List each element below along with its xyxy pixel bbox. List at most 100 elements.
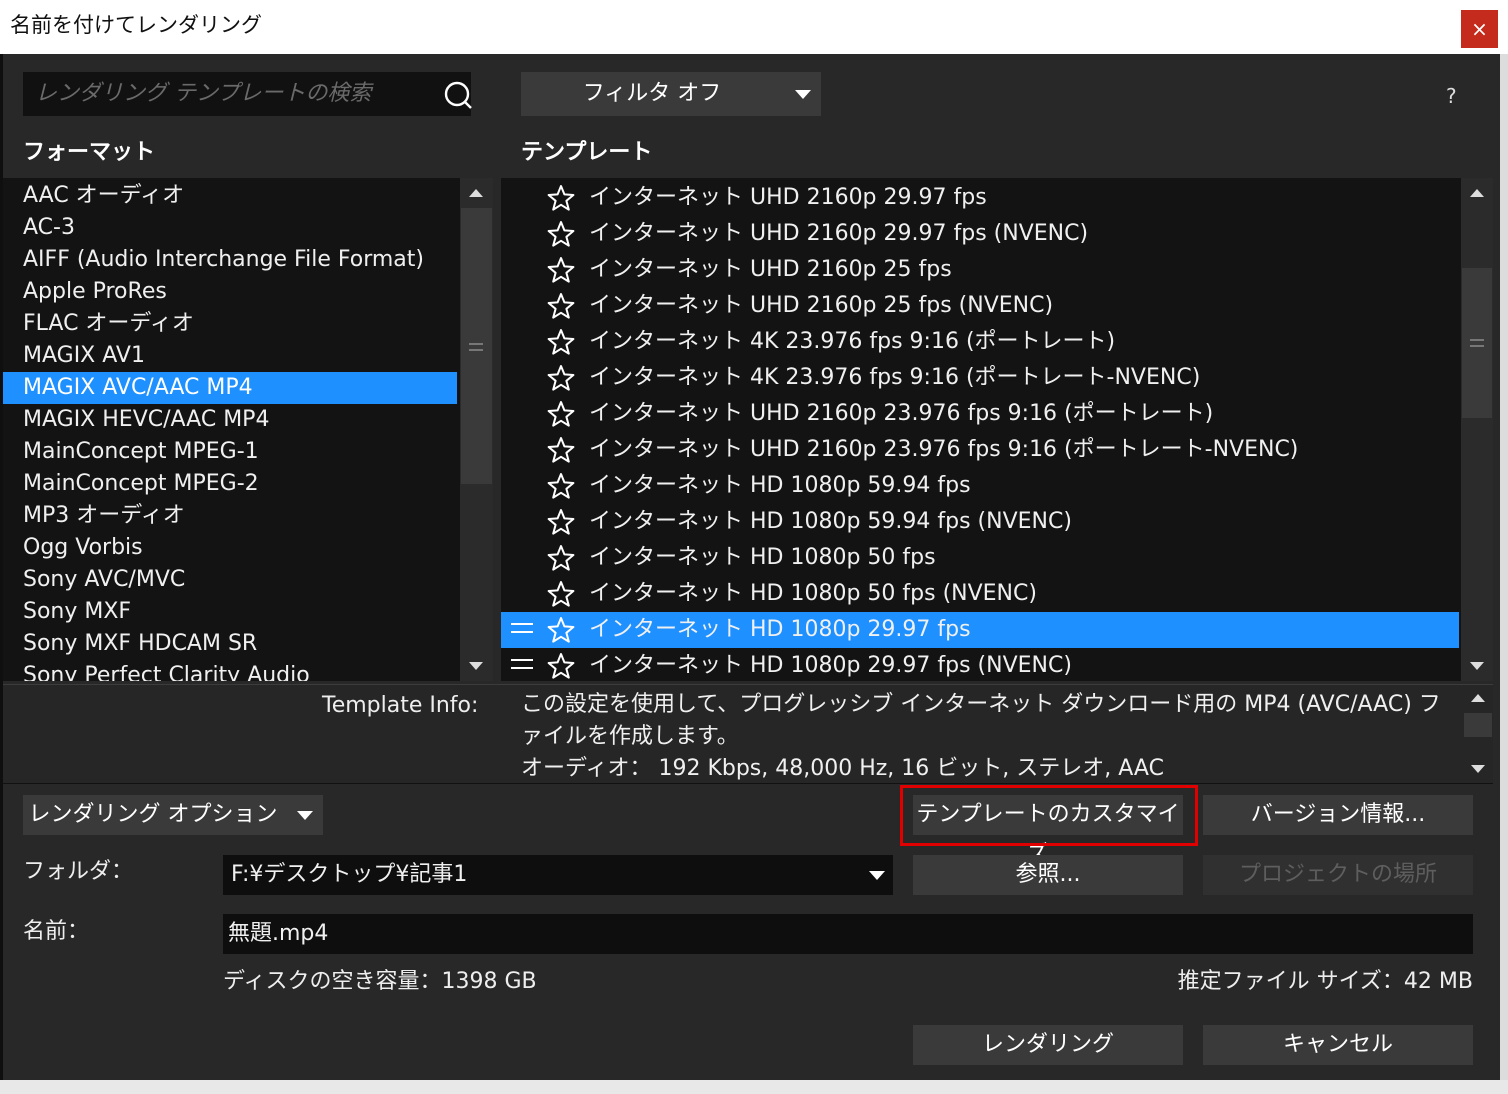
- template-list-item[interactable]: インターネット HD 1080p 59.94 fps (NVENC): [501, 504, 1459, 540]
- star-icon[interactable]: [547, 580, 575, 608]
- window-title: 名前を付けてレンダリング: [10, 13, 262, 37]
- scroll-down-icon[interactable]: [1471, 765, 1485, 773]
- template-name: インターネット UHD 2160p 23.976 fps 9:16 (ポートレー…: [589, 437, 1299, 462]
- template-list-item[interactable]: インターネット HD 1080p 59.94 fps: [501, 468, 1459, 504]
- chevron-down-icon: [795, 90, 811, 99]
- format-list-item[interactable]: Sony MXF: [3, 596, 457, 628]
- format-list: AAC オーディオ AC-3 AIFF (Audio Interchange Fil…: [3, 178, 493, 681]
- highlight-box: [900, 785, 1198, 846]
- format-scrollbar-thumb[interactable]: [461, 208, 492, 484]
- star-icon[interactable]: [547, 616, 575, 644]
- format-list-item[interactable]: Apple ProRes: [3, 276, 457, 308]
- template-list-item[interactable]: インターネット 4K 23.976 fps 9:16 (ポートレート): [501, 324, 1459, 360]
- format-list-item[interactable]: AAC オーディオ: [3, 180, 457, 212]
- format-list-item[interactable]: MP3 オーディオ: [3, 500, 457, 532]
- help-button[interactable]: ?: [1446, 84, 1457, 108]
- folder-value: F:¥デスクトップ¥記事1: [231, 862, 468, 887]
- star-icon[interactable]: [547, 292, 575, 320]
- template-list-item[interactable]: インターネット UHD 2160p 25 fps (NVENC): [501, 288, 1459, 324]
- format-list-item[interactable]: Ogg Vorbis: [3, 532, 457, 564]
- browse-button[interactable]: 参照...: [913, 855, 1183, 895]
- grip-icon: [1470, 345, 1484, 347]
- template-list-item[interactable]: インターネット UHD 2160p 23.976 fps 9:16 (ポートレー…: [501, 396, 1459, 432]
- format-list-item[interactable]: MainConcept MPEG-2: [3, 468, 457, 500]
- template-info-description: この設定を使用して、プログレッシブ インターネット ダウンロード用の MP4 (…: [521, 692, 1441, 749]
- star-icon[interactable]: [547, 184, 575, 212]
- star-icon[interactable]: [547, 400, 575, 428]
- format-list-item[interactable]: AIFF (Audio Interchange File Format): [3, 244, 457, 276]
- template-info-audio: オーディオ： 192 Kbps, 48,000 Hz, 16 ビット, ステレオ…: [521, 756, 1164, 781]
- star-icon[interactable]: [547, 256, 575, 284]
- estimated-size-text: 推定ファイル サイズ：42 MB: [1177, 969, 1473, 994]
- template-info-panel: Template Info: この設定を使用して、プログレッシブ インターネット…: [3, 684, 1493, 784]
- chevron-down-icon: [869, 871, 885, 880]
- template-name: インターネット UHD 2160p 25 fps: [589, 257, 952, 282]
- render-options-label: レンダリング オプション: [28, 802, 278, 827]
- format-list-item[interactable]: Sony AVC/MVC: [3, 564, 457, 596]
- chevron-down-icon: [297, 811, 313, 820]
- filter-dropdown[interactable]: フィルタ オフ: [521, 72, 821, 116]
- star-icon[interactable]: [547, 436, 575, 464]
- format-list-item[interactable]: MAGIX HEVC/AAC MP4: [3, 404, 457, 436]
- folder-select[interactable]: F:¥デスクトップ¥記事1: [223, 855, 893, 895]
- star-icon[interactable]: [547, 220, 575, 248]
- project-location-button[interactable]: プロジェクトの場所: [1203, 855, 1473, 895]
- info-scrollbar-thumb[interactable]: [1464, 713, 1492, 737]
- template-list-item[interactable]: インターネット HD 1080p 29.97 fps (NVENC): [501, 648, 1459, 681]
- format-list-item[interactable]: Sony Perfect Clarity Audio: [3, 660, 457, 681]
- scroll-down-icon[interactable]: [1470, 662, 1484, 670]
- render-button[interactable]: レンダリング: [913, 1025, 1183, 1065]
- info-scrollbar[interactable]: [1463, 685, 1493, 783]
- format-list-item[interactable]: MainConcept MPEG-1: [3, 436, 457, 468]
- format-list-item[interactable]: FLAC オーディオ: [3, 308, 457, 340]
- scroll-up-icon[interactable]: [1471, 694, 1485, 702]
- star-icon[interactable]: [547, 328, 575, 356]
- format-list-item[interactable]: MAGIX AV1: [3, 340, 457, 372]
- format-list-item[interactable]: AC-3: [3, 212, 457, 244]
- template-list-item[interactable]: インターネット UHD 2160p 25 fps: [501, 252, 1459, 288]
- template-list-item[interactable]: インターネット UHD 2160p 29.97 fps: [501, 180, 1459, 216]
- format-scrollbar[interactable]: [460, 178, 493, 681]
- scroll-up-icon[interactable]: [1470, 189, 1484, 197]
- grip-icon: [469, 349, 483, 351]
- star-icon[interactable]: [547, 364, 575, 392]
- template-list-item[interactable]: インターネット 4K 23.976 fps 9:16 (ポートレート-NVENC…: [501, 360, 1459, 396]
- drag-handle-icon[interactable]: [511, 620, 533, 640]
- version-info-button[interactable]: バージョン情報...: [1203, 795, 1473, 835]
- star-icon[interactable]: [547, 472, 575, 500]
- template-name: インターネット UHD 2160p 23.976 fps 9:16 (ポートレー…: [589, 401, 1214, 426]
- template-name: インターネット HD 1080p 50 fps (NVENC): [589, 581, 1037, 606]
- template-name: インターネット 4K 23.976 fps 9:16 (ポートレート): [589, 329, 1116, 354]
- template-search-input[interactable]: レンダリング テンプレートの検索: [23, 72, 473, 116]
- star-icon[interactable]: [547, 544, 575, 572]
- render-options-dropdown[interactable]: レンダリング オプション: [23, 795, 323, 835]
- disk-space-text: ディスクの空き容量：1398 GB: [223, 969, 537, 994]
- cancel-button[interactable]: キャンセル: [1203, 1025, 1473, 1065]
- folder-label: フォルダ：: [23, 859, 134, 884]
- template-name: インターネット HD 1080p 50 fps: [589, 545, 936, 570]
- search-icon[interactable]: [443, 80, 473, 110]
- template-list-item[interactable]: インターネット HD 1080p 29.97 fps: [501, 612, 1459, 648]
- format-header: フォーマット: [23, 140, 156, 165]
- filename-input[interactable]: 無題.mp4: [223, 914, 1473, 954]
- star-icon[interactable]: [547, 652, 575, 680]
- template-list-item[interactable]: インターネット UHD 2160p 29.97 fps (NVENC): [501, 216, 1459, 252]
- template-list-item[interactable]: インターネット HD 1080p 50 fps (NVENC): [501, 576, 1459, 612]
- template-name: インターネット HD 1080p 29.97 fps (NVENC): [589, 653, 1072, 678]
- template-scrollbar-thumb[interactable]: [1462, 268, 1492, 418]
- template-scrollbar[interactable]: [1461, 178, 1493, 681]
- template-name: インターネット UHD 2160p 29.97 fps (NVENC): [589, 221, 1089, 246]
- background-strip-bottom: [0, 1080, 1508, 1094]
- close-button[interactable]: ×: [1461, 10, 1498, 48]
- template-name: インターネット HD 1080p 29.97 fps: [589, 617, 971, 642]
- template-name: インターネット UHD 2160p 29.97 fps: [589, 185, 987, 210]
- scroll-up-icon[interactable]: [469, 189, 483, 197]
- format-list-item[interactable]: Sony MXF HDCAM SR: [3, 628, 457, 660]
- star-icon[interactable]: [547, 508, 575, 536]
- format-list-item[interactable]: MAGIX AVC/AAC MP4: [3, 372, 457, 404]
- template-list-item[interactable]: インターネット HD 1080p 50 fps: [501, 540, 1459, 576]
- template-info-label: Template Info:: [322, 693, 479, 718]
- template-list-item[interactable]: インターネット UHD 2160p 23.976 fps 9:16 (ポートレー…: [501, 432, 1459, 468]
- scroll-down-icon[interactable]: [469, 662, 483, 670]
- drag-handle-icon[interactable]: [511, 656, 533, 676]
